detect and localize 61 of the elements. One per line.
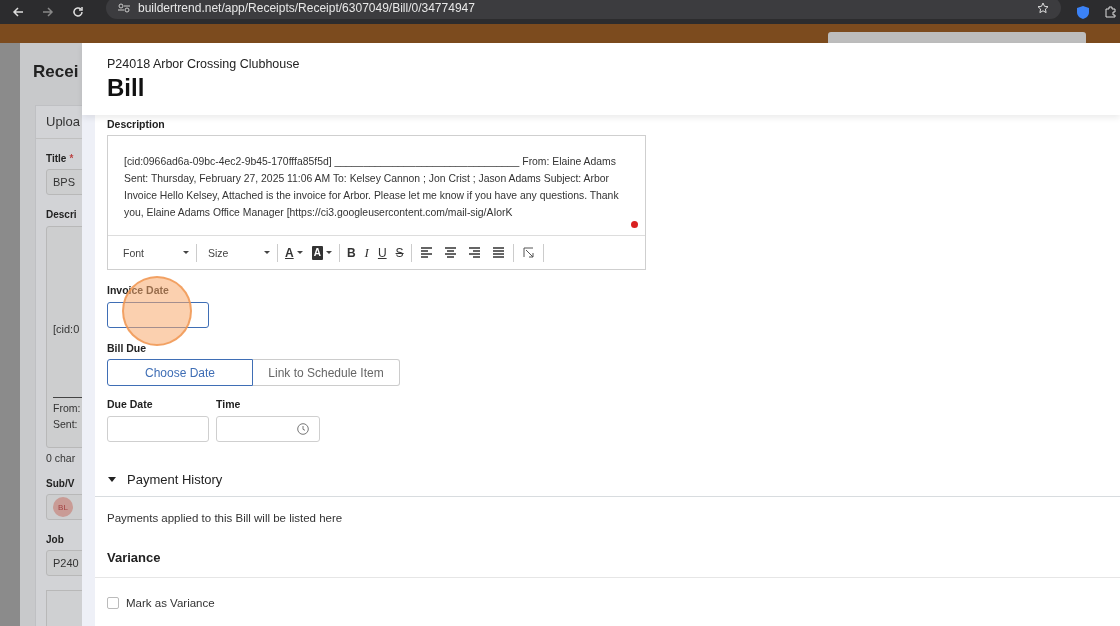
- rich-text-editor[interactable]: [107, 135, 646, 270]
- section-title: Payment History: [127, 472, 223, 487]
- field-label: Due Date: [107, 398, 154, 410]
- caret-icon: [325, 251, 332, 254]
- shield-icon[interactable]: [1077, 5, 1089, 19]
- modal-title: Bill: [107, 74, 146, 102]
- due-date-field[interactable]: [107, 416, 209, 442]
- url-text: buildertrend.net/app/Receipts/Receipt/6307049/Bill/0/34774947: [138, 1, 475, 15]
- caret-icon: [183, 251, 189, 254]
- extension-icon[interactable]: [1105, 6, 1117, 18]
- justify-icon[interactable]: [492, 247, 504, 258]
- field-label: Bill Due: [107, 342, 148, 354]
- status-dot-icon: [631, 221, 638, 228]
- text-color-button[interactable]: A: [285, 245, 303, 260]
- title-field[interactable]: BPS: [46, 169, 82, 195]
- job-name: P24018 Arbor Crossing Clubhouse: [107, 57, 301, 71]
- time-field[interactable]: [216, 416, 320, 442]
- align-right-icon[interactable]: [468, 247, 480, 258]
- checkbox-label: Mark as Variance: [126, 597, 215, 609]
- toolbar-dropdown[interactable]: Size: [204, 246, 270, 259]
- clock-icon: [297, 423, 309, 435]
- avatar-initials: BL: [53, 497, 73, 517]
- caret-icon: [296, 251, 303, 254]
- bold-button[interactable]: B: [346, 245, 356, 260]
- description-field[interactable]: [cid:0 From: Sent:: [46, 226, 82, 448]
- reload-icon[interactable]: [72, 6, 84, 18]
- page-title: Recei: [33, 62, 79, 82]
- invoice-date-field[interactable]: [107, 302, 209, 328]
- description-text: [cid:0966ad6a-09bc-4ec2-9b45-170fffa85f5d] ________________________________ From: Elaine Adams Sent: Thursday, February 27, 2025 11:06 AM To: Kelsey Cannon ; Jon Crist ; Jason Adams Subject: Arbor Invoice Hello Kelsey, Attached is the invoice for Arbor. Please let me know if you have any questions. Thank you, Elaine Adams Office Manager [https://ci3.googleusercontent.com/mail-sig/AIorK: [124, 155, 620, 220]
- align-center-icon[interactable]: [444, 247, 456, 258]
- segment-tab[interactable]: Choose Date: [107, 359, 253, 386]
- variance-checkbox[interactable]: [107, 597, 119, 609]
- segment-tab[interactable]: Link to Schedule Item: [253, 359, 400, 386]
- star-icon[interactable]: [1037, 2, 1049, 14]
- field-label: Descri: [46, 209, 77, 220]
- field-label: Sub/V: [46, 478, 75, 489]
- job-field[interactable]: P240: [46, 550, 82, 576]
- caret-icon: [264, 251, 270, 254]
- align-left-icon[interactable]: [420, 247, 432, 258]
- required-mark: *: [69, 153, 74, 164]
- search-field[interactable]: [828, 32, 1086, 43]
- character-count: 0 char: [46, 452, 76, 464]
- section-title: Variance: [95, 524, 1120, 578]
- collapse-caret-icon[interactable]: [108, 477, 116, 482]
- description-text: From:: [53, 402, 81, 414]
- empty-message: Payments applied to this Bill will be listed here: [106, 511, 344, 524]
- strikethrough-button[interactable]: S: [395, 245, 404, 260]
- field-label: Time: [216, 398, 242, 410]
- description-text: Sent:: [53, 418, 78, 430]
- field-label: Job: [46, 534, 64, 545]
- underline-button[interactable]: U: [377, 245, 387, 260]
- italic-button[interactable]: I: [364, 245, 369, 260]
- back-icon[interactable]: [12, 6, 24, 18]
- toolbar-dropdown[interactable]: Font: [119, 246, 189, 259]
- address-bar[interactable]: buildertrend.net/app/Receipts/Receipt/6307049/Bill/0/34774947: [106, 0, 1061, 19]
- resize-icon[interactable]: [522, 247, 534, 258]
- site-info-icon: [118, 3, 130, 13]
- field-label: Title: [46, 153, 67, 164]
- field-label: Description: [107, 118, 166, 130]
- description-text: [cid:0: [53, 323, 80, 335]
- forward-icon[interactable]: [42, 6, 54, 18]
